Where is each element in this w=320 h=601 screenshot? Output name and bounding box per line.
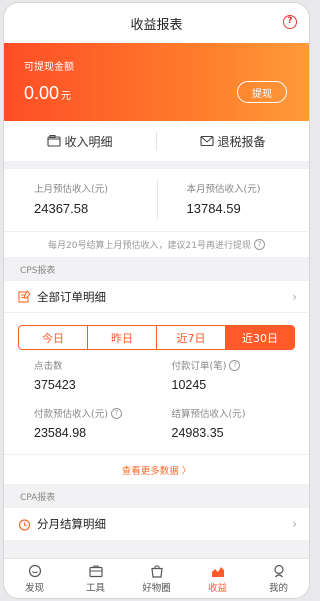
nav-tools[interactable]: 工具 xyxy=(65,559,126,598)
paid-orders-label-row: 付款订单(笔) ? xyxy=(172,358,310,372)
settled-income-value: 24983.35 xyxy=(171,426,224,440)
bag-icon xyxy=(150,564,163,578)
withdraw-button[interactable]: 提现 xyxy=(237,81,287,103)
this-month-value: 13784.59 xyxy=(186,201,241,216)
estimated-income: 上月预估收入(元) 24367.58 本月预估收入(元) 13784.59 xyxy=(4,169,309,231)
income-detail-label: 收入明细 xyxy=(64,134,113,149)
discover-icon xyxy=(28,564,41,577)
all-orders-label: 全部订单明细 xyxy=(37,289,106,304)
settled-income-stat: 结算预估收入(元) 24983.35 xyxy=(172,406,310,454)
last-month-income: 上月预估收入(元) 24367.58 xyxy=(4,169,157,231)
balance-banner: 可提现金额 0.00 元 提现 xyxy=(4,43,309,121)
nav-goods-circle[interactable]: 好物圈 xyxy=(126,559,187,598)
view-more-link[interactable]: 查看更多数据 〉 xyxy=(4,454,309,484)
receipt-icon xyxy=(47,135,62,147)
divider xyxy=(157,179,158,219)
paid-income-label: 付款预估收入(元) xyxy=(34,409,108,420)
settled-income-label: 结算预估收入(元) xyxy=(171,409,246,420)
balance-unit: 元 xyxy=(61,91,72,102)
last-month-label: 上月预估收入(元) xyxy=(34,184,108,195)
tab-yesterday[interactable]: 昨日 xyxy=(88,326,157,349)
nav-label: 我的 xyxy=(268,582,288,594)
question-icon[interactable]: ? xyxy=(229,359,241,371)
paid-orders-value: 10245 xyxy=(171,378,207,392)
balance-amount-value: 0.00 xyxy=(24,83,60,103)
period-tabs: 今日 昨日 近7日 近30日 xyxy=(18,325,295,350)
clicks-label: 点击数 xyxy=(34,361,63,372)
quick-actions: 收入明细 退税报备 xyxy=(4,121,309,161)
clock-badge-icon xyxy=(18,518,31,531)
tab-30days[interactable]: 近30日 xyxy=(226,326,294,349)
bottom-nav: 发现 工具 好物圈 收益 我的 xyxy=(4,558,309,598)
nav-mine[interactable]: 我的 xyxy=(248,559,309,598)
cps-card: 全部订单明细 › 今日 昨日 近7日 近30日 点击数 375423 付款订单(… xyxy=(4,281,309,484)
top-bar: 收益报表 ? xyxy=(4,3,309,43)
nav-label: 发现 xyxy=(24,582,44,594)
monthly-settlement-row[interactable]: 分月结算明细 › xyxy=(4,508,309,540)
help-icon[interactable]: ? xyxy=(283,15,297,29)
nav-label: 收益 xyxy=(207,582,227,594)
question-icon[interactable]: ? xyxy=(110,407,122,419)
nav-earnings[interactable]: 收益 xyxy=(187,559,248,598)
question-icon[interactable]: ? xyxy=(253,239,265,250)
chevron-right-icon: › xyxy=(292,517,297,531)
chevron-right-icon: › xyxy=(292,290,297,304)
nav-discover[interactable]: 发现 xyxy=(4,559,65,598)
clicks-value: 375423 xyxy=(34,378,76,392)
income-detail-button[interactable]: 收入明细 xyxy=(4,133,156,150)
settlement-notice: 每月20号结算上月预估收入，建议21号再进行提现 ? xyxy=(4,231,309,257)
tab-today[interactable]: 今日 xyxy=(19,326,88,349)
paid-orders-stat: 付款订单(笔) ? 10245 xyxy=(172,358,310,406)
clicks-stat: 点击数 375423 xyxy=(34,358,172,406)
balance-label: 可提现金额 xyxy=(24,62,74,73)
settlement-notice-text: 每月20号结算上月预估收入，建议21号再进行提现 xyxy=(48,241,251,251)
toolbox-icon xyxy=(88,564,103,577)
mail-icon xyxy=(200,135,215,147)
paid-orders-label: 付款订单(笔) xyxy=(171,361,227,372)
cpa-section-header: CPA报表 xyxy=(4,484,309,508)
cps-section-header: CPS报表 xyxy=(4,257,309,281)
tax-report-label: 退税报备 xyxy=(217,134,266,149)
paid-income-label-row: 付款预估收入(元) ? xyxy=(34,406,172,420)
cps-stats: 点击数 375423 付款订单(笔) ? 10245 付款预估收入(元) ? 2… xyxy=(4,350,309,454)
monthly-settlement-label: 分月结算明细 xyxy=(37,517,106,531)
edit-list-icon xyxy=(18,290,31,303)
profile-icon xyxy=(273,564,284,577)
last-month-value: 24367.58 xyxy=(34,201,89,216)
nav-label: 好物圈 xyxy=(142,582,171,594)
tab-7days[interactable]: 近7日 xyxy=(157,326,226,349)
page-title: 收益报表 xyxy=(130,17,183,33)
all-orders-row[interactable]: 全部订单明细 › xyxy=(4,281,309,313)
nav-label: 工具 xyxy=(85,582,105,594)
earnings-icon xyxy=(211,566,224,577)
balance-amount: 0.00 元 xyxy=(24,83,71,104)
this-month-income: 本月预估收入(元) 13784.59 xyxy=(157,169,310,231)
this-month-label: 本月预估收入(元) xyxy=(186,184,261,195)
phone-screen: 收益报表 ? 可提现金额 0.00 元 提现 收入明细 退税报备 上月预估收入(… xyxy=(3,2,310,599)
tax-report-button[interactable]: 退税报备 xyxy=(157,133,309,150)
spacer xyxy=(4,161,309,169)
paid-income-stat: 付款预估收入(元) ? 23584.98 xyxy=(34,406,172,454)
paid-income-value: 23584.98 xyxy=(34,426,87,440)
